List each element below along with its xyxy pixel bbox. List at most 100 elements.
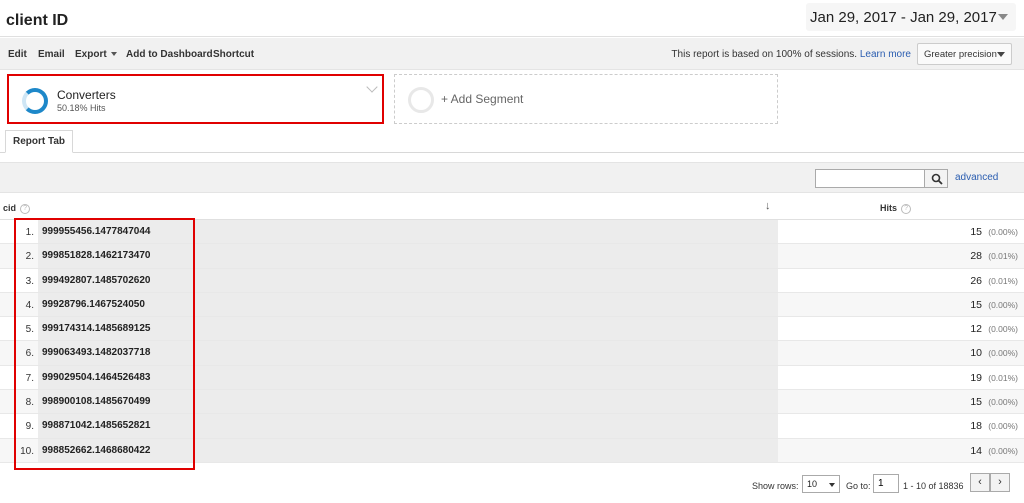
hits-percent: (0.00%) — [988, 397, 1018, 408]
table-header: cid? ↓ Hits? — [0, 194, 1024, 220]
hits-value: 18 — [970, 420, 982, 433]
empty-ring-icon — [408, 87, 434, 113]
help-icon[interactable]: ? — [901, 203, 912, 214]
row-index: 1. — [25, 227, 34, 238]
row-index: 8. — [25, 397, 34, 409]
precision-value: Greater precision — [924, 49, 997, 60]
sampling-note-text: This report is based on 100% of sessions… — [671, 49, 858, 60]
table-row: 3. 999492807.1485702620 26 (0.01%) — [0, 268, 1024, 293]
cid-value[interactable]: 999029504.1464526483 — [42, 372, 150, 383]
segment-name: Converters — [57, 88, 116, 102]
cid-value[interactable]: 998900108.1485670499 — [42, 396, 150, 407]
hits-value: 28 — [970, 250, 982, 263]
hits-value: 19 — [970, 371, 982, 384]
hits-value: 10 — [970, 347, 982, 360]
precision-dropdown[interactable]: Greater precision — [917, 43, 1012, 65]
add-to-dashboard-button[interactable]: Add to Dashboard — [126, 49, 213, 60]
hits-value: 26 — [970, 274, 982, 287]
table-row: 2. 999851828.1462173470 28 (0.01%) — [0, 244, 1024, 269]
title-bar: client ID Jan 29, 2017 - Jan 29, 2017 — [0, 0, 1024, 37]
show-rows-label: Show rows: — [752, 481, 799, 491]
table-row: 10. 998852662.1468680422 14 (0.00%) — [0, 438, 1024, 463]
hits-percent: (0.01%) — [988, 275, 1018, 286]
row-index: 2. — [25, 251, 34, 263]
help-icon[interactable]: ? — [20, 203, 31, 214]
export-menu[interactable]: Export — [75, 49, 117, 60]
table-row: 8. 998900108.1485670499 15 (0.00%) — [0, 390, 1024, 415]
cid-value[interactable]: 999955456.1477847044 — [42, 226, 150, 237]
search-button[interactable] — [924, 169, 948, 188]
email-button[interactable]: Email — [38, 49, 65, 60]
table-body: 1. 999955456.1477847044 15 (0.00%) 2. 999851… — [0, 220, 1024, 463]
cid-value[interactable]: 999063493.1482037718 — [42, 347, 150, 358]
cid-value[interactable]: 99928796.1467524050 — [42, 299, 145, 310]
search-input[interactable] — [815, 169, 925, 188]
show-rows-select[interactable]: 10 — [802, 475, 840, 493]
date-range-label: Jan 29, 2017 - Jan 29, 2017 — [810, 8, 997, 26]
page-title: client ID — [6, 12, 69, 29]
chevron-down-icon[interactable] — [366, 81, 378, 93]
report-toolbar: Edit Email Export Add to Dashboard Short… — [0, 38, 1024, 70]
table-row: 7. 999029504.1464526483 19 (0.01%) — [0, 365, 1024, 391]
table-row: 9. 998871042.1485652821 18 (0.00%) — [0, 414, 1024, 439]
add-segment-label: + Add Segment — [441, 92, 524, 106]
column-header-cid[interactable]: cid? — [3, 203, 31, 214]
row-index: 4. — [25, 299, 34, 311]
table-row: 1. 999955456.1477847044 15 (0.00%) — [0, 220, 1024, 245]
hits-percent: (0.00%) — [988, 348, 1018, 359]
caret-down-icon — [110, 52, 117, 57]
row-index: 7. — [25, 372, 34, 384]
column-header-hits-label: Hits — [880, 203, 898, 213]
date-range-picker[interactable]: Jan 29, 2017 - Jan 29, 2017 — [806, 3, 1016, 31]
row-index: 3. — [25, 275, 34, 287]
chevron-down-icon — [829, 483, 835, 487]
cid-value[interactable]: 999174314.1485689125 — [42, 323, 150, 334]
sampling-note: This report is based on 100% of sessions… — [671, 49, 911, 60]
show-rows-value: 10 — [807, 479, 818, 489]
cid-value[interactable]: 998852662.1468680422 — [42, 445, 150, 456]
cid-value[interactable]: 998871042.1485652821 — [42, 420, 150, 431]
column-header-hits[interactable]: Hits? — [880, 203, 912, 214]
tab-report[interactable]: Report Tab — [5, 130, 73, 153]
table-row: 4. 99928796.1467524050 15 (0.00%) — [0, 292, 1024, 318]
hits-percent: (0.01%) — [988, 251, 1018, 262]
tab-bar-divider — [0, 152, 1024, 153]
hits-value: 12 — [970, 323, 982, 336]
hits-percent: (0.00%) — [988, 227, 1018, 237]
learn-more-link[interactable]: Learn more — [860, 49, 911, 60]
export-label: Export — [75, 49, 107, 60]
hits-percent: (0.00%) — [988, 324, 1018, 335]
search-icon — [931, 173, 943, 185]
table-row: 5. 999174314.1485689125 12 (0.00%) — [0, 317, 1024, 342]
shortcut-button[interactable]: Shortcut — [213, 49, 254, 60]
advanced-filter-link[interactable]: advanced — [955, 172, 998, 183]
cid-value[interactable]: 999492807.1485702620 — [42, 275, 150, 286]
table-row: 6. 999063493.1482037718 10 (0.00%) — [0, 341, 1024, 366]
chevron-down-icon — [997, 52, 1005, 57]
segment-share: 50.18% Hits — [57, 103, 106, 113]
next-page-button[interactable]: › — [990, 473, 1010, 492]
goto-input[interactable] — [873, 474, 899, 493]
row-index: 10. — [20, 445, 34, 457]
row-index: 5. — [25, 324, 34, 336]
hits-value: 15 — [970, 298, 982, 311]
hits-value: 14 — [970, 444, 982, 457]
pagination: Show rows: 10 Go to: 1 - 10 of 18836 ‹ › — [0, 470, 1024, 503]
edit-button[interactable]: Edit — [8, 49, 27, 60]
segment-ring-icon — [22, 88, 48, 114]
hits-percent: (0.00%) — [988, 445, 1018, 456]
row-index: 9. — [25, 421, 34, 433]
row-index: 6. — [25, 348, 34, 360]
cid-value[interactable]: 999851828.1462173470 — [42, 250, 150, 261]
hits-value: 15 — [970, 226, 982, 238]
hits-percent: (0.00%) — [988, 421, 1018, 432]
sort-desc-icon[interactable]: ↓ — [765, 200, 771, 212]
segment-converters[interactable]: Converters 50.18% Hits — [7, 74, 384, 124]
column-header-cid-label: cid — [3, 203, 17, 213]
prev-page-button[interactable]: ‹ — [970, 473, 990, 492]
page-range: 1 - 10 of 18836 — [903, 481, 964, 491]
table-search-strip: advanced — [0, 162, 1024, 193]
hits-value: 15 — [970, 396, 982, 409]
add-segment-button[interactable]: + Add Segment — [394, 74, 778, 124]
chevron-down-icon — [998, 14, 1008, 20]
